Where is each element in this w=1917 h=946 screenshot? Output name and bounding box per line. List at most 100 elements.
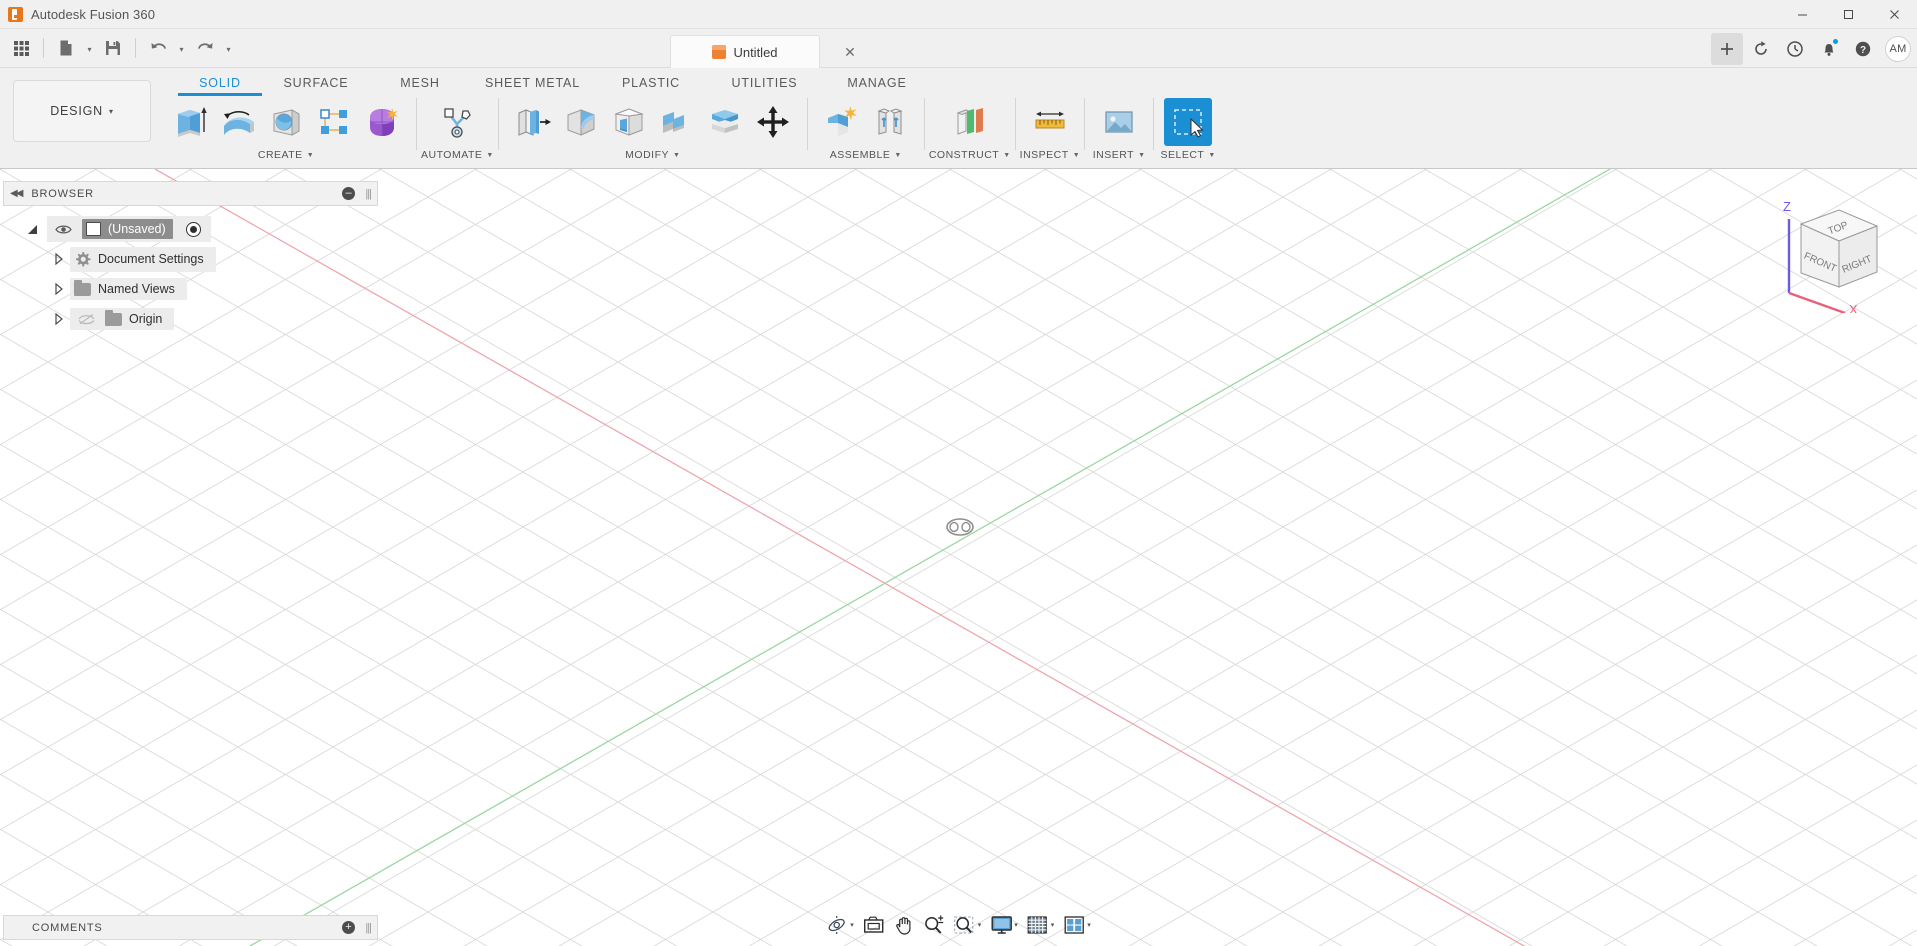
group-label-insert[interactable]: INSERT ▼ [1093,149,1146,161]
insert-image-icon[interactable] [1095,98,1143,146]
zoom-window-icon[interactable]: ▾ [950,911,986,939]
browser-row-named-views[interactable]: Named Views [3,274,378,304]
group-label-text: INSERT [1092,149,1135,161]
undo-icon[interactable] [143,33,173,63]
fillet-icon[interactable] [557,98,605,146]
minimize-panel-icon[interactable]: – [342,187,356,200]
navigation-bar: ▾ ▾ ▾ ▾ ▾ [822,910,1095,940]
viewports-icon[interactable]: ▾ [1059,911,1095,939]
form-icon[interactable] [358,98,406,146]
grid-and-snaps-icon[interactable]: ▾ [1023,911,1059,939]
group-label-modify[interactable]: MODIFY ▼ [625,149,680,161]
zoom-icon[interactable] [919,911,949,939]
eye-hidden-icon[interactable] [74,313,98,325]
browser-panel-title: BROWSER [31,187,94,200]
close-button[interactable] [1871,0,1917,29]
automated-modeling-icon[interactable] [433,98,481,146]
offset-plane-icon[interactable] [946,98,994,146]
extrude-icon[interactable] [166,98,214,146]
bell-icon[interactable] [1813,33,1845,65]
document-tab[interactable]: Untitled ✕ [670,35,856,68]
close-icon[interactable]: ✕ [839,41,861,63]
avatar[interactable]: AM [1885,35,1911,62]
new-file-icon[interactable] [51,33,81,63]
group-label-select[interactable]: SELECT ▼ [1160,149,1215,161]
tab-mesh[interactable]: MESH [370,68,470,95]
joint-icon[interactable] [866,98,914,146]
measure-icon[interactable] [1026,98,1074,146]
chevron-down-icon[interactable]: ▾ [1087,921,1091,929]
show-data-panel-icon[interactable] [6,33,36,63]
chevron-down-icon[interactable]: ▾ [1051,921,1055,929]
view-cube[interactable]: Z X TOP FRONT RIGHT [1767,183,1897,317]
redo-icon[interactable] [190,33,220,63]
collapse-left-icon[interactable]: ◀◀ [10,188,23,199]
combine-icon[interactable] [653,98,701,146]
pattern-icon[interactable] [310,98,358,146]
tab-manage[interactable]: MANAGE [822,68,932,95]
ribbon-group-automate: AUTOMATE ▼ [421,98,494,166]
chevron-down-icon[interactable]: ▾ [1014,921,1018,929]
tab-sheet-metal[interactable]: SHEET METAL [470,68,595,95]
divider [43,38,44,58]
press-pull-icon[interactable] [509,98,557,146]
resize-grip-icon[interactable]: ||| [365,922,372,934]
chevron-right-icon[interactable] [48,278,70,300]
move-copy-icon[interactable] [749,98,797,146]
look-at-icon[interactable] [859,911,889,939]
maximize-button[interactable] [1825,0,1871,29]
tab-solid[interactable]: SOLID [178,68,262,96]
select-icon[interactable] [1164,98,1213,146]
save-icon[interactable] [98,33,128,63]
revolve-icon[interactable] [214,98,262,146]
shell-icon[interactable] [605,98,653,146]
new-file-caret-icon[interactable]: ▾ [83,33,96,63]
chevron-down-icon: ▼ [1138,151,1146,159]
job-status-clock-icon[interactable] [1779,33,1811,65]
workspace-label: DESIGN [50,104,103,118]
browser-item-label: Origin [129,312,163,326]
orbit-icon[interactable]: ▾ [822,911,858,939]
group-label-text: ASSEMBLE [829,149,891,161]
minimize-button[interactable] [1779,0,1825,29]
chevron-down-icon[interactable]: ▾ [978,921,982,929]
add-tab-button[interactable] [1711,32,1743,65]
chevron-down-icon[interactable]: ▾ [850,921,854,929]
document-tab-strip: Untitled ✕ [250,29,1650,68]
group-label-inspect[interactable]: INSPECT ▼ [1020,149,1080,161]
sweep-icon[interactable] [262,98,310,146]
help-icon[interactable]: ? [1847,33,1879,65]
expand-triangle-icon[interactable] [28,224,37,234]
browser-item-selected[interactable]: (Unsaved) [82,219,173,239]
top-right-toolbar: ? AM [1711,29,1911,68]
activate-component-radio[interactable] [185,221,201,237]
new-component-icon[interactable] [818,98,866,146]
group-label-create[interactable]: CREATE ▼ [258,149,314,161]
tab-plastic[interactable]: PLASTIC [595,68,707,95]
chevron-right-icon[interactable] [48,308,70,330]
divider [135,38,136,58]
group-label-text: AUTOMATE [421,149,483,161]
browser-row-origin[interactable]: Origin [3,304,378,334]
add-comment-icon[interactable]: + [342,921,356,934]
display-settings-icon[interactable]: ▾ [986,911,1022,939]
offset-face-icon[interactable] [701,98,749,146]
tab-utilities[interactable]: UTILITIES [707,68,822,95]
redo-caret-icon[interactable]: ▾ [222,33,235,63]
workspace-selector[interactable]: DESIGN ▾ [13,80,151,142]
eye-visible-icon[interactable] [51,224,75,235]
browser-panel-header: ◀◀ BROWSER – ||| [3,181,378,206]
pan-icon[interactable] [890,911,918,939]
group-label-automate[interactable]: AUTOMATE ▼ [421,149,494,161]
tab-surface[interactable]: SURFACE [262,68,370,95]
browser-row-document-settings[interactable]: Document Settings [3,244,378,274]
document-tab-label: Untitled [733,44,778,60]
chevron-right-icon[interactable] [48,248,70,270]
group-label-assemble[interactable]: ASSEMBLE ▼ [830,149,902,161]
resize-grip-icon[interactable]: ||| [365,188,372,200]
group-label-construct[interactable]: CONSTRUCT ▼ [929,149,1011,161]
refresh-icon[interactable] [1745,33,1777,65]
browser-row-unsaved[interactable]: (Unsaved) [3,214,378,244]
ribbon-group-select: SELECT ▼ [1158,98,1218,166]
undo-caret-icon[interactable]: ▾ [175,33,188,63]
